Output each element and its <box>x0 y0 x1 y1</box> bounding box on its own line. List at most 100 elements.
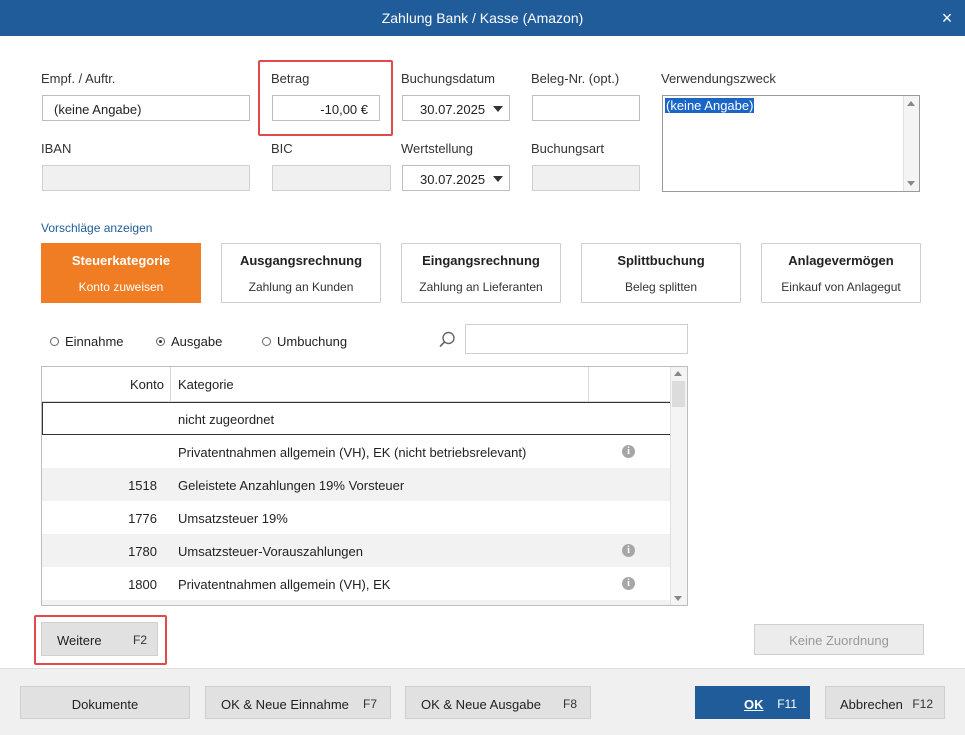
table-row[interactable]: 1518 Geleistete Anzahlungen 19% Vorsteue… <box>42 468 671 501</box>
iban-label: IBAN <box>41 141 72 156</box>
radio-indicator <box>156 337 165 346</box>
category-subtitle: Einkauf von Anlagegut <box>781 280 901 294</box>
category-subtitle: Zahlung an Lieferanten <box>419 280 543 294</box>
category-title: Eingangsrechnung <box>422 253 540 268</box>
radio-umbuchung[interactable]: Umbuchung <box>262 334 347 349</box>
scroll-up-icon[interactable] <box>674 371 682 376</box>
textarea-scrollbar[interactable] <box>903 96 919 191</box>
verwendungszweck-value: (keine Angabe) <box>665 98 755 113</box>
row-kategorie: Privatentnahmen allgemein (VH), EK (nich… <box>178 445 527 460</box>
buchungsdatum-select[interactable]: 30.07.2025 <box>402 95 510 121</box>
chevron-down-icon <box>493 106 503 112</box>
empf-value: (keine Angabe) <box>54 102 142 117</box>
category-ausgangsrechnung[interactable]: Ausgangsrechnung Zahlung an Kunden <box>221 243 381 303</box>
search-input[interactable] <box>465 324 688 354</box>
keine-zuordnung-button[interactable]: Keine Zuordnung <box>754 624 924 655</box>
category-anlagevermoegen[interactable]: Anlagevermögen Einkauf von Anlagegut <box>761 243 921 303</box>
table-header: Konto Kategorie <box>42 367 671 402</box>
buchungsdatum-label: Buchungsdatum <box>401 71 495 86</box>
column-divider <box>170 367 171 401</box>
row-kategorie: nicht zugeordnet <box>178 412 275 427</box>
button-label: Keine Zuordnung <box>789 633 889 648</box>
category-subtitle: Konto zuweisen <box>78 280 164 294</box>
empf-input[interactable]: (keine Angabe) <box>42 95 250 121</box>
bic-label: BIC <box>271 141 293 156</box>
button-label: OK & Neue Ausgabe <box>421 697 541 712</box>
category-splittbuchung[interactable]: Splittbuchung Beleg splitten <box>581 243 741 303</box>
shortcut-key: F2 <box>132 633 147 647</box>
row-kategorie: Umsatzsteuer 19% <box>178 511 288 526</box>
category-title: Ausgangsrechnung <box>239 253 363 268</box>
category-subtitle: Zahlung an Kunden <box>248 280 354 294</box>
table-row[interactable]: 1780 Umsatzsteuer-Vorauszahlungen i <box>42 534 671 567</box>
table-row[interactable]: nicht zugeordnet <box>42 402 671 435</box>
row-kategorie: Umsatzsteuer-Vorauszahlungen <box>178 544 363 559</box>
radio-ausgabe[interactable]: Ausgabe <box>156 334 222 349</box>
bic-input[interactable] <box>272 165 391 191</box>
radio-label: Einnahme <box>65 334 124 349</box>
betrag-value: -10,00 € <box>320 102 368 117</box>
info-icon[interactable]: i <box>622 445 635 458</box>
category-table: Konto Kategorie nicht zugeordnet Private… <box>41 366 688 606</box>
ok-neue-einnahme-button[interactable]: OK & Neue Einnahme F7 <box>205 686 391 719</box>
button-label: Abbrechen <box>840 697 903 712</box>
row-kategorie: Geleistete Anzahlungen 19% Vorsteuer <box>178 478 405 493</box>
buchungsdatum-value: 30.07.2025 <box>420 102 486 117</box>
shortcut-key: F8 <box>562 697 577 711</box>
table-row <box>42 600 671 605</box>
radio-label: Ausgabe <box>171 334 223 349</box>
category-title: Anlagevermögen <box>788 253 894 268</box>
scrollbar-thumb[interactable] <box>672 381 685 407</box>
column-header-kategorie[interactable]: Kategorie <box>178 377 234 392</box>
button-label: Weitere <box>57 633 102 648</box>
wertstellung-label: Wertstellung <box>401 141 474 156</box>
row-kategorie: Privatentnahmen allgemein (VH), EK <box>178 577 391 592</box>
beleg-label: Beleg-Nr. (opt.) <box>531 71 620 86</box>
wertstellung-select[interactable]: 30.07.2025 <box>402 165 510 191</box>
category-title: Splittbuchung <box>617 253 705 268</box>
abbrechen-button[interactable]: Abbrechen F12 <box>825 686 945 719</box>
scroll-down-icon[interactable] <box>907 181 915 186</box>
category-steuerkategorie[interactable]: Steuerkategorie Konto zuweisen <box>41 243 201 303</box>
buchungsart-input[interactable] <box>532 165 640 191</box>
radio-indicator <box>50 337 59 346</box>
scroll-down-icon[interactable] <box>674 596 682 601</box>
betrag-input[interactable]: -10,00 € <box>272 95 380 121</box>
ok-button[interactable]: OK F11 <box>695 686 810 719</box>
close-icon[interactable]: × <box>929 0 965 36</box>
column-header-konto[interactable]: Konto <box>130 377 164 392</box>
table-scrollbar[interactable] <box>670 367 687 605</box>
empf-label: Empf. / Auftr. <box>41 71 116 86</box>
verwendungszweck-textarea[interactable]: (keine Angabe) <box>662 95 920 192</box>
table-row[interactable]: 1776 Umsatzsteuer 19% <box>42 501 671 534</box>
shortcut-key: F12 <box>912 697 933 711</box>
button-label: Dokumente <box>71 697 139 712</box>
scroll-up-icon[interactable] <box>907 101 915 106</box>
ok-neue-ausgabe-button[interactable]: OK & Neue Ausgabe F8 <box>405 686 591 719</box>
search-icon[interactable] <box>438 331 456 349</box>
radio-einnahme[interactable]: Einnahme <box>50 334 124 349</box>
title-bar: Zahlung Bank / Kasse (Amazon) × <box>0 0 965 36</box>
radio-label: Umbuchung <box>277 334 348 349</box>
table-row[interactable]: Privatentnahmen allgemein (VH), EK (nich… <box>42 435 671 468</box>
wertstellung-value: 30.07.2025 <box>420 172 486 187</box>
shortcut-key: F7 <box>362 697 377 711</box>
radio-indicator <box>262 337 271 346</box>
weitere-button[interactable]: Weitere F2 <box>41 622 158 656</box>
info-icon[interactable]: i <box>622 577 635 590</box>
shortcut-key: F11 <box>777 697 797 711</box>
category-eingangsrechnung[interactable]: Eingangsrechnung Zahlung an Lieferanten <box>401 243 561 303</box>
info-icon[interactable]: i <box>622 544 635 557</box>
button-label: OK <box>744 697 764 712</box>
chevron-down-icon <box>493 176 503 182</box>
vorschlaege-link[interactable]: Vorschläge anzeigen <box>41 221 152 235</box>
row-konto: 1518 <box>128 478 157 493</box>
row-konto: 1776 <box>128 511 157 526</box>
button-label: OK & Neue Einnahme <box>221 697 349 712</box>
table-row[interactable]: 1800 Privatentnahmen allgemein (VH), EK … <box>42 567 671 600</box>
row-konto: 1780 <box>128 544 157 559</box>
iban-input[interactable] <box>42 165 250 191</box>
beleg-input[interactable] <box>532 95 640 121</box>
dokumente-button[interactable]: Dokumente <box>20 686 190 719</box>
column-divider <box>588 367 589 401</box>
